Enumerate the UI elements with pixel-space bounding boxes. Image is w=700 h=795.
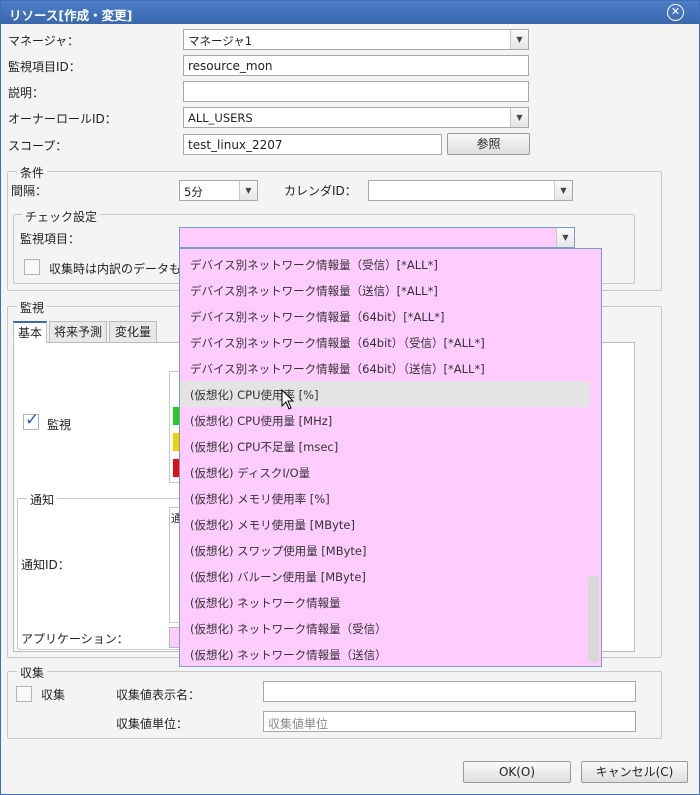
chevron-down-icon[interactable]: ▼ (556, 228, 574, 247)
collect-label: 収集 (41, 688, 66, 702)
dropdown-option[interactable]: デバイス別ネットワーク情報量（64bit）[*ALL*] (180, 303, 590, 329)
chevron-down-icon[interactable]: ▼ (239, 181, 257, 200)
unit-label: 収集値単位： (116, 717, 189, 731)
notify-title: 通知 (27, 491, 58, 508)
mouse-cursor-icon (281, 389, 295, 410)
breakdown-label: 収集時は内訳のデータも (49, 262, 182, 276)
description-label: 説明： (8, 86, 45, 100)
condition-title: 条件 (17, 164, 48, 181)
collect-checkbox[interactable] (16, 686, 32, 702)
dropdown-option[interactable]: (仮想化) ネットワーク情報量 (180, 589, 590, 615)
calendar-select[interactable]: ▼ (368, 180, 573, 201)
interval-label: 間隔： (11, 184, 48, 198)
resource-dialog: リソース[作成・変更] ✕ マネージャ： マネージャ1 ▼ 監視項目ID： re… (0, 0, 700, 795)
notify-id-label: 通知ID： (21, 558, 70, 572)
manager-label: マネージャ： (8, 34, 80, 48)
display-name-input[interactable] (263, 681, 636, 702)
manager-value: マネージャ1 (188, 34, 253, 48)
display-name-label: 収集値表示名： (116, 688, 201, 702)
monitor-item-select[interactable]: ▼ (179, 227, 575, 248)
checkmark-icon: ✓ (25, 410, 40, 430)
collect-title: 収集 (17, 664, 48, 681)
tab-forecast[interactable]: 将来予測 (49, 321, 107, 343)
scope-label: スコープ： (8, 139, 68, 153)
monitor-item-label: 監視項目： (20, 232, 81, 246)
monitor-checkbox[interactable]: ✓ (23, 410, 39, 430)
monitor-item-dropdown[interactable]: デバイス別ネットワーク情報量（受信）[*ALL*] デバイス別ネットワーク情報量… (179, 248, 602, 667)
dropdown-option[interactable]: (仮想化) バルーン使用量 [MByte] (180, 563, 590, 589)
monitor-title: 監視 (17, 299, 48, 316)
dropdown-option[interactable]: デバイス別ネットワーク情報量（64bit）（受信）[*ALL*] (180, 329, 590, 355)
manager-select[interactable]: マネージャ1 ▼ (183, 29, 529, 50)
tab-change[interactable]: 変化量 (109, 321, 157, 343)
title-bar: リソース[作成・変更] (1, 1, 699, 24)
interval-select[interactable]: 5分 ▼ (179, 180, 258, 201)
dropdown-option[interactable]: デバイス別ネットワーク情報量（64bit）（送信）[*ALL*] (180, 355, 590, 381)
dropdown-option[interactable]: (仮想化) メモリ使用量 [MByte] (180, 511, 590, 537)
tab-basic[interactable]: 基本 (13, 321, 47, 343)
check-title: チェック設定 (22, 208, 101, 225)
chevron-down-icon[interactable]: ▼ (554, 181, 572, 200)
dropdown-option[interactable]: (仮想化) スワップ使用量 [MByte] (180, 537, 590, 563)
dropdown-option[interactable]: (仮想化) ネットワーク情報量（受信） (180, 615, 590, 641)
dropdown-option-highlighted[interactable]: (仮想化) CPU使用率 [%] (180, 381, 590, 407)
monitor-id-label: 監視項目ID： (8, 60, 81, 74)
dropdown-option[interactable]: (仮想化) ネットワーク情報量（送信） (180, 641, 590, 666)
monitor-check-label: 監視 (47, 418, 72, 432)
application-label: アプリケーション： (21, 632, 129, 646)
owner-role-label: オーナーロールID： (8, 112, 117, 126)
interval-value: 5分 (184, 185, 203, 199)
scope-input[interactable]: test_linux_2207 (183, 134, 442, 155)
chevron-down-icon[interactable]: ▼ (510, 108, 528, 127)
dropdown-option[interactable]: (仮想化) CPU不足量 [msec] (180, 433, 590, 459)
dropdown-option[interactable]: (仮想化) CPU使用量 [MHz] (180, 407, 590, 433)
dropdown-option[interactable]: (仮想化) メモリ使用率 [%] (180, 485, 590, 511)
breakdown-checkbox[interactable] (24, 259, 40, 275)
dialog-title: リソース[作成・変更] (9, 8, 133, 23)
monitor-id-input[interactable]: resource_mon (183, 55, 529, 76)
owner-role-value: ALL_USERS (188, 111, 253, 125)
dropdown-option[interactable]: デバイス別ネットワーク情報量（受信）[*ALL*] (180, 251, 590, 277)
close-icon[interactable]: ✕ (667, 4, 684, 21)
cancel-button[interactable]: キャンセル(C) (581, 761, 688, 783)
dropdown-option[interactable]: (仮想化) ディスクI/O量 (180, 459, 590, 485)
dropdown-scrollbar[interactable] (588, 575, 599, 663)
unit-input[interactable]: 収集値単位 (263, 711, 636, 732)
owner-role-select[interactable]: ALL_USERS ▼ (183, 107, 529, 128)
notify-group (17, 498, 182, 650)
description-input[interactable] (183, 81, 529, 102)
calendar-label: カレンダID： (284, 184, 357, 198)
chevron-down-icon[interactable]: ▼ (510, 30, 528, 49)
ok-button[interactable]: OK(O) (463, 761, 571, 783)
reference-button[interactable]: 参照 (447, 133, 530, 155)
dropdown-option[interactable]: デバイス別ネットワーク情報量（送信）[*ALL*] (180, 277, 590, 303)
